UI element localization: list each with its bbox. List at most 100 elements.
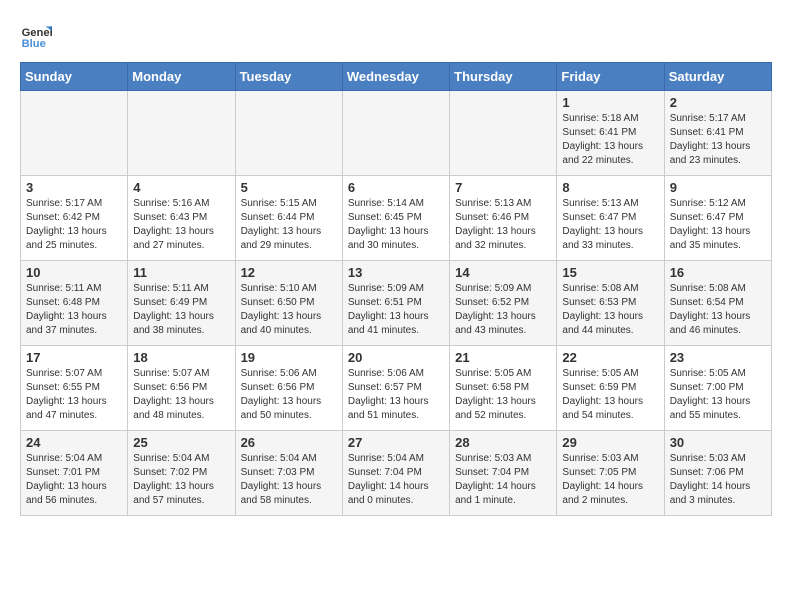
day-info: Sunrise: 5:05 AM Sunset: 6:58 PM Dayligh… [455, 367, 551, 423]
calendar-body: 1 Sunrise: 5:18 AM Sunset: 6:41 PM Daylig… [21, 91, 772, 516]
day-info: Sunrise: 5:10 AM Sunset: 6:50 PM Dayligh… [241, 282, 337, 338]
day-info: Sunrise: 5:08 AM Sunset: 6:53 PM Dayligh… [562, 282, 658, 338]
calendar-week: 24 Sunrise: 5:04 AM Sunset: 7:01 PM Dayli… [21, 431, 772, 516]
day-number: 16 [670, 265, 766, 280]
calendar-cell: 28Sunrise: 5:03 AM Sunset: 7:04 PM Dayli… [450, 431, 557, 516]
day-number: 11 [133, 265, 229, 280]
day-number: 30 [670, 435, 766, 450]
day-info: Sunrise: 5:16 AM Sunset: 6:43 PM Dayligh… [133, 197, 229, 253]
calendar-cell: 15Sunrise: 5:08 AM Sunset: 6:53 PM Dayli… [557, 261, 664, 346]
day-number: 13 [348, 265, 444, 280]
calendar-cell: 11 Sunrise: 5:11 AM Sunset: 6:49 PM Dayli… [128, 261, 235, 346]
calendar-cell: 20Sunrise: 5:06 AM Sunset: 6:57 PM Dayli… [342, 346, 449, 431]
day-number: 26 [241, 435, 337, 450]
calendar-cell: 26 Sunrise: 5:04 AM Sunset: 7:03 PM Dayli… [235, 431, 342, 516]
calendar-cell: 19Sunrise: 5:06 AM Sunset: 6:56 PM Dayli… [235, 346, 342, 431]
calendar-cell: 6 Sunrise: 5:14 AM Sunset: 6:45 PM Daylig… [342, 176, 449, 261]
day-info: Sunrise: 5:04 AM Sunset: 7:04 PM Dayligh… [348, 452, 444, 508]
day-info: Sunrise: 5:05 AM Sunset: 7:00 PM Dayligh… [670, 367, 766, 423]
day-number: 14 [455, 265, 551, 280]
day-number: 3 [26, 180, 122, 195]
svg-text:Blue: Blue [22, 38, 46, 50]
calendar-cell: 22Sunrise: 5:05 AM Sunset: 6:59 PM Dayli… [557, 346, 664, 431]
day-info: Sunrise: 5:11 AM Sunset: 6:48 PM Dayligh… [26, 282, 122, 338]
weekday-header: Sunday [21, 63, 128, 91]
svg-text:General: General [22, 27, 52, 39]
day-number: 5 [241, 180, 337, 195]
day-number: 18 [133, 350, 229, 365]
day-info: Sunrise: 5:09 AM Sunset: 6:52 PM Dayligh… [455, 282, 551, 338]
calendar-cell: 21Sunrise: 5:05 AM Sunset: 6:58 PM Dayli… [450, 346, 557, 431]
day-number: 29 [562, 435, 658, 450]
day-number: 24 [26, 435, 122, 450]
calendar-cell [21, 91, 128, 176]
calendar-cell: 23 Sunrise: 5:05 AM Sunset: 7:00 PM Dayli… [664, 346, 771, 431]
calendar-cell: 1 Sunrise: 5:18 AM Sunset: 6:41 PM Daylig… [557, 91, 664, 176]
calendar-cell: 24 Sunrise: 5:04 AM Sunset: 7:01 PM Dayli… [21, 431, 128, 516]
day-number: 22 [562, 350, 658, 365]
calendar-header: SundayMondayTuesdayWednesdayThursdayFrid… [21, 63, 772, 91]
weekday-header: Friday [557, 63, 664, 91]
day-info: Sunrise: 5:18 AM Sunset: 6:41 PM Dayligh… [562, 112, 658, 168]
calendar-week: 3 Sunrise: 5:17 AM Sunset: 6:42 PM Daylig… [21, 176, 772, 261]
calendar-cell: 18 Sunrise: 5:07 AM Sunset: 6:56 PM Dayli… [128, 346, 235, 431]
day-info: Sunrise: 5:12 AM Sunset: 6:47 PM Dayligh… [670, 197, 766, 253]
day-info: Sunrise: 5:03 AM Sunset: 7:05 PM Dayligh… [562, 452, 658, 508]
weekday-row: SundayMondayTuesdayWednesdayThursdayFrid… [21, 63, 772, 91]
weekday-header: Monday [128, 63, 235, 91]
day-info: Sunrise: 5:04 AM Sunset: 7:02 PM Dayligh… [133, 452, 229, 508]
day-info: Sunrise: 5:11 AM Sunset: 6:49 PM Dayligh… [133, 282, 229, 338]
calendar-week: 1 Sunrise: 5:18 AM Sunset: 6:41 PM Daylig… [21, 91, 772, 176]
calendar-cell [450, 91, 557, 176]
day-number: 12 [241, 265, 337, 280]
calendar-cell [235, 91, 342, 176]
weekday-header: Tuesday [235, 63, 342, 91]
calendar-cell: 17Sunrise: 5:07 AM Sunset: 6:55 PM Dayli… [21, 346, 128, 431]
day-number: 23 [670, 350, 766, 365]
calendar-cell: 2Sunrise: 5:17 AM Sunset: 6:41 PM Daylig… [664, 91, 771, 176]
calendar-cell: 8 Sunrise: 5:13 AM Sunset: 6:47 PM Daylig… [557, 176, 664, 261]
day-number: 2 [670, 95, 766, 110]
calendar-cell: 9 Sunrise: 5:12 AM Sunset: 6:47 PM Daylig… [664, 176, 771, 261]
day-info: Sunrise: 5:07 AM Sunset: 6:56 PM Dayligh… [133, 367, 229, 423]
calendar-cell: 3 Sunrise: 5:17 AM Sunset: 6:42 PM Daylig… [21, 176, 128, 261]
day-number: 6 [348, 180, 444, 195]
day-number: 7 [455, 180, 551, 195]
calendar-table: SundayMondayTuesdayWednesdayThursdayFrid… [20, 62, 772, 516]
calendar-cell: 5 Sunrise: 5:15 AM Sunset: 6:44 PM Daylig… [235, 176, 342, 261]
calendar-cell: 14 Sunrise: 5:09 AM Sunset: 6:52 PM Dayli… [450, 261, 557, 346]
day-info: Sunrise: 5:09 AM Sunset: 6:51 PM Dayligh… [348, 282, 444, 338]
header: General Blue [20, 20, 772, 52]
calendar-week: 17Sunrise: 5:07 AM Sunset: 6:55 PM Dayli… [21, 346, 772, 431]
day-info: Sunrise: 5:04 AM Sunset: 7:01 PM Dayligh… [26, 452, 122, 508]
weekday-header: Saturday [664, 63, 771, 91]
calendar-cell: 30Sunrise: 5:03 AM Sunset: 7:06 PM Dayli… [664, 431, 771, 516]
day-info: Sunrise: 5:13 AM Sunset: 6:46 PM Dayligh… [455, 197, 551, 253]
weekday-header: Thursday [450, 63, 557, 91]
day-info: Sunrise: 5:15 AM Sunset: 6:44 PM Dayligh… [241, 197, 337, 253]
calendar-cell: 27 Sunrise: 5:04 AM Sunset: 7:04 PM Dayli… [342, 431, 449, 516]
day-info: Sunrise: 5:13 AM Sunset: 6:47 PM Dayligh… [562, 197, 658, 253]
day-info: Sunrise: 5:17 AM Sunset: 6:42 PM Dayligh… [26, 197, 122, 253]
calendar-cell: 4 Sunrise: 5:16 AM Sunset: 6:43 PM Daylig… [128, 176, 235, 261]
day-number: 4 [133, 180, 229, 195]
calendar-cell: 7 Sunrise: 5:13 AM Sunset: 6:46 PM Daylig… [450, 176, 557, 261]
day-info: Sunrise: 5:14 AM Sunset: 6:45 PM Dayligh… [348, 197, 444, 253]
day-info: Sunrise: 5:03 AM Sunset: 7:04 PM Dayligh… [455, 452, 551, 508]
day-number: 9 [670, 180, 766, 195]
day-number: 27 [348, 435, 444, 450]
day-info: Sunrise: 5:04 AM Sunset: 7:03 PM Dayligh… [241, 452, 337, 508]
day-info: Sunrise: 5:08 AM Sunset: 6:54 PM Dayligh… [670, 282, 766, 338]
calendar-cell [342, 91, 449, 176]
calendar-cell: 10Sunrise: 5:11 AM Sunset: 6:48 PM Dayli… [21, 261, 128, 346]
calendar-week: 10Sunrise: 5:11 AM Sunset: 6:48 PM Dayli… [21, 261, 772, 346]
day-info: Sunrise: 5:06 AM Sunset: 6:57 PM Dayligh… [348, 367, 444, 423]
calendar-cell: 25Sunrise: 5:04 AM Sunset: 7:02 PM Dayli… [128, 431, 235, 516]
day-number: 8 [562, 180, 658, 195]
calendar-cell: 13 Sunrise: 5:09 AM Sunset: 6:51 PM Dayli… [342, 261, 449, 346]
calendar-cell: 29 Sunrise: 5:03 AM Sunset: 7:05 PM Dayli… [557, 431, 664, 516]
day-number: 19 [241, 350, 337, 365]
day-number: 1 [562, 95, 658, 110]
logo-icon: General Blue [20, 20, 52, 52]
day-number: 17 [26, 350, 122, 365]
